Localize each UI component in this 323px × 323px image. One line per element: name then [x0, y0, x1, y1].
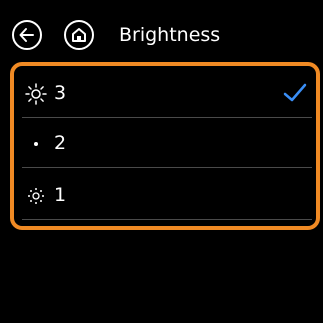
brightness-option-label: 2	[54, 132, 67, 154]
brightness-option-3[interactable]: 3	[22, 68, 312, 118]
brightness-option-label: 3	[54, 82, 67, 104]
brightness-option-2[interactable]: 2	[22, 118, 312, 168]
page-title: Brightness	[119, 24, 221, 46]
home-icon	[72, 28, 86, 42]
brightness-list: 3 2 1	[10, 62, 320, 230]
brightness-high-icon	[25, 83, 47, 105]
back-arrow-icon	[19, 28, 34, 42]
brightness-medium-icon	[34, 142, 38, 146]
brightness-low-icon	[28, 188, 44, 204]
brightness-option-label: 1	[54, 184, 67, 206]
brightness-option-1[interactable]: 1	[22, 170, 312, 220]
checkmark-icon	[283, 83, 307, 102]
home-button[interactable]	[64, 20, 94, 50]
header-bar: Brightness	[0, 0, 323, 68]
back-button[interactable]	[12, 20, 42, 50]
